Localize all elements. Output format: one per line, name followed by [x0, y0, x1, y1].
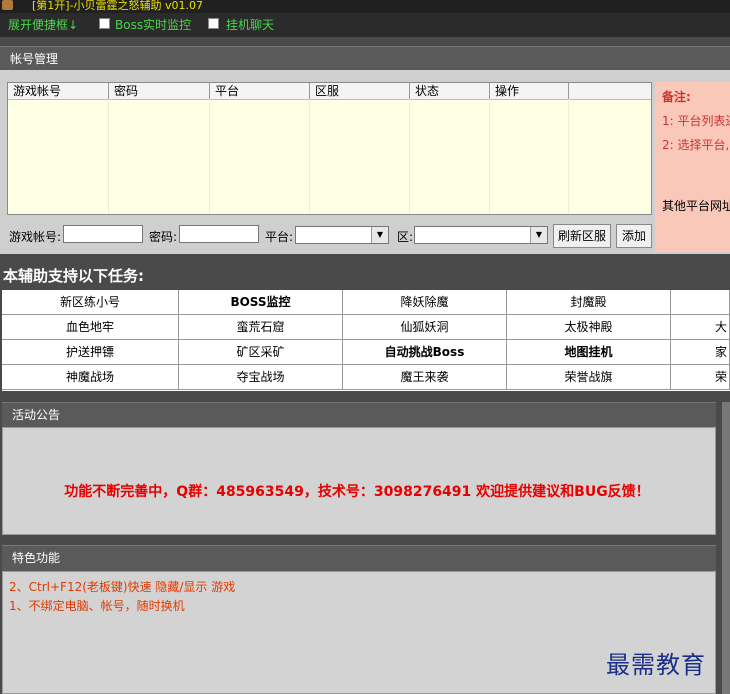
server-select[interactable]: ▼ [414, 226, 548, 244]
account-panel: 游戏帐号 密码 平台 区服 状态 操作 备注: 1: 平台列表还 2: 选择平台… [0, 70, 730, 254]
refresh-servers-button[interactable]: 刷新区服 [553, 224, 611, 248]
task-cell[interactable]: 家 [671, 340, 730, 365]
task-cell[interactable]: 神魔战场 [2, 365, 179, 390]
notes-line-1: 1: 平台列表还 [662, 114, 730, 128]
account-panel-header: 帐号管理 [0, 46, 730, 70]
task-cell[interactable]: 大 [671, 315, 730, 340]
task-grid: 新区练小号 BOSS监控 降妖除魔 封魔殿 血色地牢 蛮荒石窟 仙狐妖洞 太极神… [2, 290, 730, 391]
announcement-title: 活动公告 [12, 408, 61, 422]
task-cell[interactable]: 魔王来袭 [343, 365, 507, 390]
side-scroll-strip[interactable] [722, 402, 730, 694]
platform-field-label: 平台: [265, 230, 294, 244]
notes-line-3: 其他平台网址 [662, 199, 730, 213]
dropdown-arrow-icon[interactable]: ▼ [530, 227, 547, 243]
tasks-title: 本辅助支持以下任务: [3, 267, 144, 285]
col-header-server[interactable]: 区服 [310, 83, 410, 99]
task-cell[interactable]: BOSS监控 [179, 290, 343, 315]
boss-monitor-checkbox[interactable] [99, 18, 110, 29]
account-table-header: 游戏帐号 密码 平台 区服 状态 操作 [8, 83, 651, 100]
col-header-account[interactable]: 游戏帐号 [8, 83, 109, 99]
server-field-label: 区: [397, 230, 414, 244]
task-cell[interactable]: 荣誉战旗 [507, 365, 671, 390]
task-cell[interactable]: 太极神殿 [507, 315, 671, 340]
app-icon [2, 0, 13, 10]
window-title: [第1开]-小贝雷霆之怒辅助 v01.07 [32, 0, 204, 12]
features-title: 特色功能 [12, 551, 61, 565]
notes-panel: 备注: 1: 平台列表还 2: 选择平台, 其他平台网址 [655, 82, 730, 252]
task-cell[interactable]: 护送押镖 [2, 340, 179, 365]
task-cell[interactable]: 荣 [671, 365, 730, 390]
idle-chat-checkbox[interactable] [208, 18, 219, 29]
account-field-label: 游戏帐号: [9, 230, 62, 244]
task-cell[interactable]: 蛮荒石窟 [179, 315, 343, 340]
title-bar: [第1开]-小贝雷霆之怒辅助 v01.07 [0, 0, 730, 13]
account-table[interactable]: 游戏帐号 密码 平台 区服 状态 操作 [7, 82, 652, 215]
announcement-text: 功能不断完善中，Q群：485963549，技术号：3098276491 欢迎提供… [64, 484, 650, 500]
task-cell[interactable]: 血色地牢 [2, 315, 179, 340]
password-field-label: 密码: [149, 230, 178, 244]
task-cell[interactable]: 夺宝战场 [179, 365, 343, 390]
account-input[interactable] [63, 225, 143, 243]
task-cell[interactable]: 地图挂机 [507, 340, 671, 365]
task-cell[interactable]: 降妖除魔 [343, 290, 507, 315]
expand-shortcut-toggle[interactable]: 展开便捷框↓ [8, 16, 78, 33]
task-cell[interactable]: 封魔殿 [507, 290, 671, 315]
col-header-status[interactable]: 状态 [410, 83, 490, 99]
task-cell[interactable]: 自动挑战Boss [343, 340, 507, 365]
notes-line-2: 2: 选择平台, [662, 138, 730, 152]
task-cell[interactable]: 仙狐妖洞 [343, 315, 507, 340]
boss-monitor-label[interactable]: Boss实时监控 [115, 16, 191, 33]
task-cell[interactable]: 矿区采矿 [179, 340, 343, 365]
account-panel-title: 帐号管理 [10, 52, 59, 66]
col-header-platform[interactable]: 平台 [210, 83, 310, 99]
password-input[interactable] [179, 225, 259, 243]
notes-heading: 备注: [662, 90, 691, 104]
announcement-header: 活动公告 [2, 402, 716, 427]
add-account-button[interactable]: 添加 [616, 224, 652, 248]
watermark-logo: 最需教育 [606, 651, 706, 679]
task-cell[interactable]: 新区练小号 [2, 290, 179, 315]
features-header: 特色功能 [2, 545, 716, 571]
feature-line-1: 2、Ctrl+F12(老板键)快速 隐藏/显示 游戏 [9, 580, 236, 594]
idle-chat-label[interactable]: 挂机聊天 [226, 16, 274, 33]
feature-line-2: 1、不绑定电脑、帐号，随时换机 [9, 599, 185, 613]
col-header-action[interactable]: 操作 [490, 83, 569, 99]
platform-select[interactable]: ▼ [295, 226, 389, 244]
toolbar: 展开便捷框↓ Boss实时监控 挂机聊天 [0, 13, 730, 37]
dropdown-arrow-icon[interactable]: ▼ [371, 227, 388, 243]
col-header-password[interactable]: 密码 [109, 83, 210, 99]
task-cell[interactable] [671, 290, 730, 315]
